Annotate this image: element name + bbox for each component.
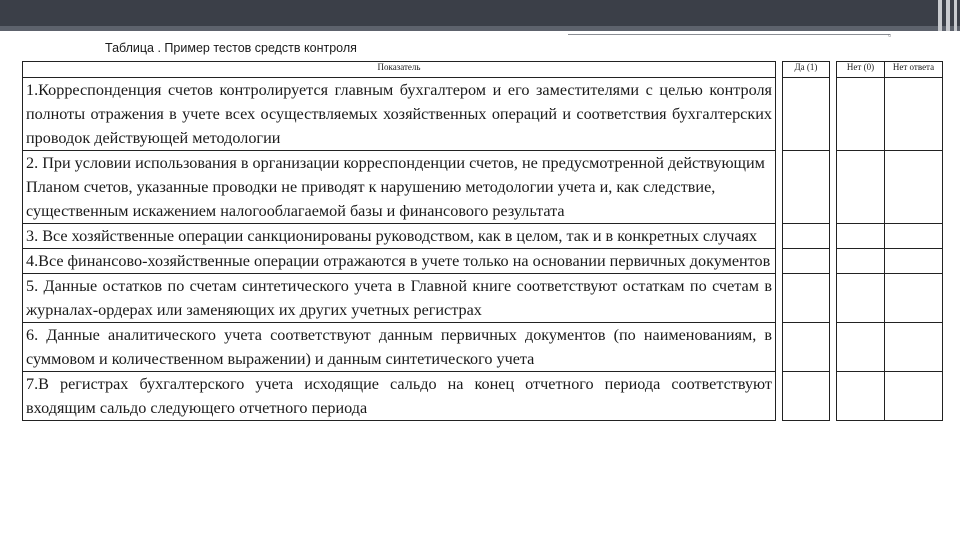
question-cell: 7.В регистрах бухгалтерского учета исход… xyxy=(22,371,776,421)
question-cell: 3. Все хозяйственные операции санкционир… xyxy=(22,223,776,249)
table-row: 7.В регистрах бухгалтерского учета исход… xyxy=(22,371,943,421)
answer-yes-cell[interactable] xyxy=(782,273,830,323)
answer-none-cell[interactable] xyxy=(884,248,943,274)
answer-no-cell[interactable] xyxy=(836,77,885,151)
answer-no-cell[interactable] xyxy=(836,223,885,249)
table-row: 5. Данные остатков по счетам синтетическ… xyxy=(22,273,943,323)
title-bar xyxy=(0,0,960,26)
answer-no-cell[interactable] xyxy=(836,322,885,372)
header-no-answer: Нет ответа xyxy=(884,61,943,78)
question-cell: 1.Корреспонденция счетов контролируется … xyxy=(22,77,776,151)
title-bar-accent xyxy=(946,0,950,31)
answer-yes-cell[interactable] xyxy=(782,322,830,372)
answer-yes-cell[interactable] xyxy=(782,223,830,249)
answer-none-cell[interactable] xyxy=(884,371,943,421)
answer-yes-cell[interactable] xyxy=(782,77,830,151)
table-row: 3. Все хозяйственные операции санкционир… xyxy=(22,223,943,249)
table-row: 1.Корреспонденция счетов контролируется … xyxy=(22,77,943,151)
answer-none-cell[interactable] xyxy=(884,322,943,372)
control-tests-table: Показатель Да (1) Нет (0) Нет ответа 1.К… xyxy=(22,61,943,421)
answer-no-cell[interactable] xyxy=(836,273,885,323)
table-row: 6. Данные аналитического учета соответст… xyxy=(22,322,943,372)
table-row: 2. При условии использования в организац… xyxy=(22,150,943,224)
table-row: 4.Все финансово-хозяйственные операции о… xyxy=(22,248,943,274)
answer-no-cell[interactable] xyxy=(836,150,885,224)
title-bar-accent xyxy=(938,0,942,31)
answer-yes-cell[interactable] xyxy=(782,371,830,421)
answer-no-cell[interactable] xyxy=(836,371,885,421)
table-caption: Таблица . Пример тестов средств контроля xyxy=(105,41,357,55)
question-cell: 2. При условии использования в организац… xyxy=(22,150,776,224)
header-yes: Да (1) xyxy=(782,61,830,78)
answer-none-cell[interactable] xyxy=(884,77,943,151)
title-bar-accent xyxy=(954,0,957,31)
question-cell: 4.Все финансово-хозяйственные операции о… xyxy=(22,248,776,274)
answer-none-cell[interactable] xyxy=(884,223,943,249)
answer-yes-cell[interactable] xyxy=(782,150,830,224)
question-cell: 6. Данные аналитического учета соответст… xyxy=(22,322,776,372)
title-bar-strip xyxy=(0,26,960,31)
answer-none-cell[interactable] xyxy=(884,273,943,323)
table-header-row: Показатель Да (1) Нет (0) Нет ответа xyxy=(22,61,943,78)
answer-yes-cell[interactable] xyxy=(782,248,830,274)
header-rule xyxy=(568,34,890,35)
header-indicator: Показатель xyxy=(22,61,776,78)
answer-no-cell[interactable] xyxy=(836,248,885,274)
corner-marker-icon: ▫ xyxy=(888,30,892,40)
answer-none-cell[interactable] xyxy=(884,150,943,224)
header-no: Нет (0) xyxy=(836,61,885,78)
question-cell: 5. Данные остатков по счетам синтетическ… xyxy=(22,273,776,323)
